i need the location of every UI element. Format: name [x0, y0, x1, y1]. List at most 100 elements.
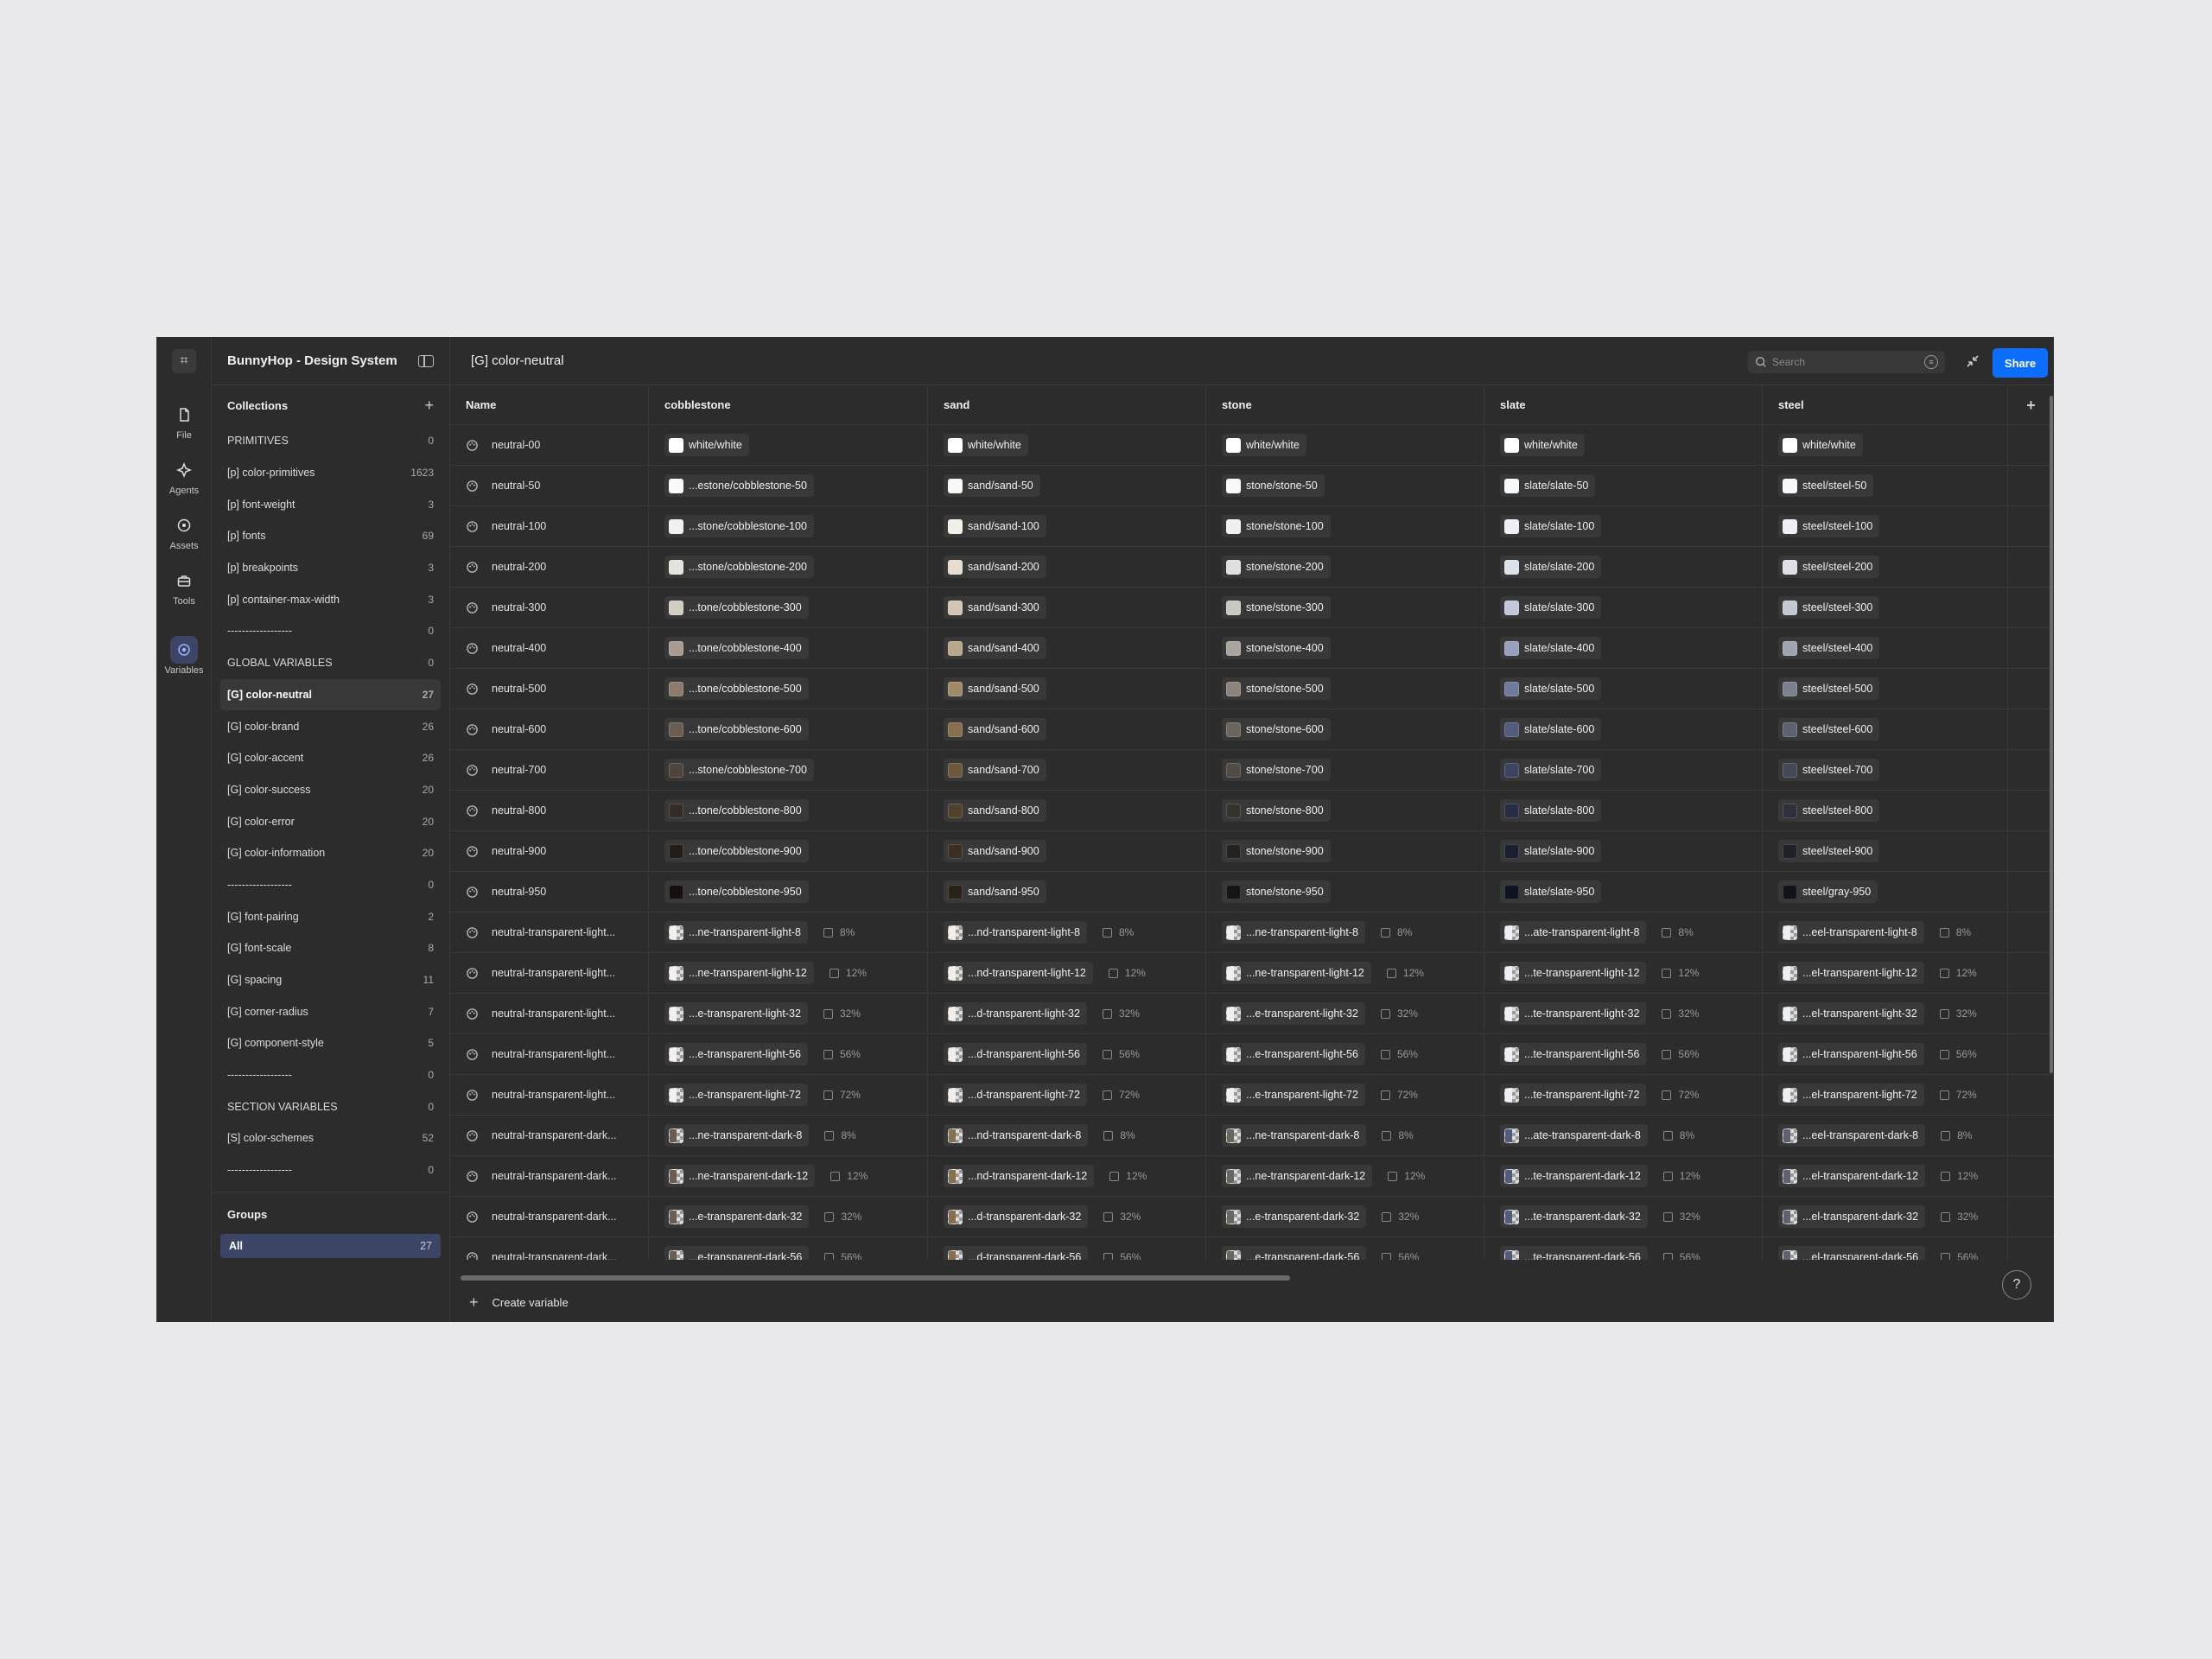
- opacity-value[interactable]: 12%: [1939, 967, 1977, 979]
- table-row[interactable]: neutral-transparent-dark... ...ne-transpa…: [450, 1156, 2054, 1197]
- variable-value-cell[interactable]: slate/slate-300: [1484, 588, 1763, 627]
- variable-value-cell[interactable]: sand/sand-950: [928, 872, 1206, 912]
- alias-pill[interactable]: ...el-transparent-light-56: [1778, 1043, 1924, 1065]
- alias-pill[interactable]: stone/stone-900: [1222, 840, 1331, 862]
- table-row[interactable]: neutral-200 ...stone/cobblestone-200 sand/…: [450, 547, 2054, 588]
- variable-name-cell[interactable]: neutral-transparent-light...: [450, 1075, 649, 1115]
- variable-value-cell[interactable]: ...te-transparent-light-12 12%: [1484, 953, 1763, 993]
- alias-pill[interactable]: ...te-transparent-light-72: [1500, 1084, 1647, 1106]
- alias-pill[interactable]: white/white: [1778, 434, 1863, 456]
- collection-item[interactable]: ------------------ 0: [220, 1154, 441, 1186]
- variable-name-cell[interactable]: neutral-transparent-dark...: [450, 1197, 649, 1236]
- alias-pill[interactable]: stone/stone-700: [1222, 759, 1331, 781]
- variable-value-cell[interactable]: slate/slate-900: [1484, 831, 1763, 871]
- opacity-value[interactable]: 32%: [1103, 1211, 1141, 1223]
- alias-pill[interactable]: ...te-transparent-light-12: [1500, 962, 1647, 984]
- variable-name-cell[interactable]: neutral-400: [450, 628, 649, 668]
- variable-value-cell[interactable]: ...tone/cobblestone-300: [649, 588, 928, 627]
- variable-value-cell[interactable]: ...eel-transparent-light-8 8%: [1763, 912, 2008, 952]
- alias-pill[interactable]: ...te-transparent-dark-12: [1500, 1165, 1648, 1187]
- alias-pill[interactable]: slate/slate-100: [1500, 515, 1602, 537]
- variable-value-cell[interactable]: ...ne-transparent-dark-8 8%: [649, 1116, 928, 1155]
- alias-pill[interactable]: ...e-transparent-light-72: [1222, 1084, 1365, 1106]
- opacity-value[interactable]: 8%: [824, 1129, 856, 1141]
- alias-pill[interactable]: ...e-transparent-dark-56: [1222, 1246, 1367, 1260]
- table-row[interactable]: neutral-600 ...tone/cobblestone-600 sand/s…: [450, 709, 2054, 750]
- table-row[interactable]: neutral-transparent-dark... ...ne-transpa…: [450, 1116, 2054, 1156]
- variable-value-cell[interactable]: ...e-transparent-dark-56 56%: [649, 1237, 928, 1260]
- variable-value-cell[interactable]: ...te-transparent-light-56 56%: [1484, 1034, 1763, 1074]
- alias-pill[interactable]: ...nd-transparent-light-8: [944, 921, 1087, 944]
- variable-value-cell[interactable]: white/white: [649, 425, 928, 465]
- search-box[interactable]: ≡: [1748, 351, 1945, 373]
- variable-value-cell[interactable]: ...nd-transparent-light-8 8%: [928, 912, 1206, 952]
- alias-pill[interactable]: ...el-transparent-dark-56: [1778, 1246, 1926, 1260]
- alias-pill[interactable]: ...tone/cobblestone-400: [664, 637, 809, 659]
- variable-value-cell[interactable]: ...e-transparent-light-56 56%: [1206, 1034, 1484, 1074]
- group-item-all[interactable]: All 27: [220, 1233, 441, 1258]
- collection-item[interactable]: [G] font-scale 8: [220, 932, 441, 964]
- alias-pill[interactable]: stone/stone-950: [1222, 880, 1331, 903]
- variable-value-cell[interactable]: ...tone/cobblestone-500: [649, 669, 928, 709]
- alias-pill[interactable]: steel/steel-300: [1778, 596, 1880, 619]
- collection-item[interactable]: [p] fonts 69: [220, 520, 441, 552]
- variable-value-cell[interactable]: ...el-transparent-light-32 32%: [1763, 994, 2008, 1033]
- variable-value-cell[interactable]: steel/steel-200: [1763, 547, 2008, 587]
- variable-value-cell[interactable]: sand/sand-700: [928, 750, 1206, 790]
- variable-value-cell[interactable]: sand/sand-500: [928, 669, 1206, 709]
- alias-pill[interactable]: ...el-transparent-dark-12: [1778, 1165, 1926, 1187]
- collection-item[interactable]: [p] font-weight 3: [220, 488, 441, 520]
- variable-value-cell[interactable]: ...nd-transparent-light-12 12%: [928, 953, 1206, 993]
- variable-name-cell[interactable]: neutral-transparent-dark...: [450, 1156, 649, 1196]
- alias-pill[interactable]: ...te-transparent-dark-56: [1500, 1246, 1648, 1260]
- variable-value-cell[interactable]: ...d-transparent-light-56 56%: [928, 1034, 1206, 1074]
- variable-value-cell[interactable]: ...stone/cobblestone-200: [649, 547, 928, 587]
- variable-value-cell[interactable]: steel/steel-50: [1763, 466, 2008, 505]
- variable-value-cell[interactable]: ...e-transparent-dark-32 32%: [649, 1197, 928, 1236]
- variable-value-cell[interactable]: white/white: [1484, 425, 1763, 465]
- alias-pill[interactable]: steel/steel-800: [1778, 799, 1880, 822]
- opacity-value[interactable]: 8%: [823, 926, 855, 938]
- create-variable-button[interactable]: Create variable: [493, 1296, 569, 1309]
- alias-pill[interactable]: sand/sand-800: [944, 799, 1046, 822]
- alias-pill[interactable]: ...e-transparent-light-72: [664, 1084, 808, 1106]
- alias-pill[interactable]: ...ne-transparent-dark-8: [1222, 1124, 1367, 1147]
- collection-item[interactable]: [G] font-pairing 2: [220, 900, 441, 932]
- table-row[interactable]: neutral-transparent-dark... ...e-transpar…: [450, 1197, 2054, 1237]
- opacity-value[interactable]: 8%: [1380, 926, 1412, 938]
- alias-pill[interactable]: ...stone/cobblestone-100: [664, 515, 814, 537]
- variable-value-cell[interactable]: ...e-transparent-light-72 72%: [649, 1075, 928, 1115]
- alias-pill[interactable]: ...e-transparent-light-56: [664, 1043, 808, 1065]
- alias-pill[interactable]: stone/stone-200: [1222, 556, 1331, 578]
- variable-value-cell[interactable]: ...stone/cobblestone-100: [649, 506, 928, 546]
- alias-pill[interactable]: stone/stone-50: [1222, 474, 1325, 497]
- variable-value-cell[interactable]: ...ne-transparent-light-8 8%: [1206, 912, 1484, 952]
- alias-pill[interactable]: sand/sand-200: [944, 556, 1046, 578]
- variable-value-cell[interactable]: ...el-transparent-dark-56 56%: [1763, 1237, 2008, 1260]
- collection-item[interactable]: [G] color-neutral 27: [220, 678, 441, 711]
- variable-name-cell[interactable]: neutral-00: [450, 425, 649, 465]
- variable-name-cell[interactable]: neutral-300: [450, 588, 649, 627]
- opacity-value[interactable]: 56%: [823, 1048, 861, 1060]
- alias-pill[interactable]: ...ne-transparent-light-8: [1222, 921, 1365, 944]
- variable-value-cell[interactable]: stone/stone-700: [1206, 750, 1484, 790]
- variable-value-cell[interactable]: ...ne-transparent-dark-12 12%: [1206, 1156, 1484, 1196]
- variable-value-cell[interactable]: ...ne-transparent-dark-12 12%: [649, 1156, 928, 1196]
- table-row[interactable]: neutral-400 ...tone/cobblestone-400 sand/s…: [450, 628, 2054, 669]
- variable-value-cell[interactable]: ...el-transparent-dark-32 32%: [1763, 1197, 2008, 1236]
- alias-pill[interactable]: steel/steel-700: [1778, 759, 1880, 781]
- variable-value-cell[interactable]: ...stone/cobblestone-700: [649, 750, 928, 790]
- variable-value-cell[interactable]: white/white: [1206, 425, 1484, 465]
- alias-pill[interactable]: sand/sand-950: [944, 880, 1046, 903]
- opacity-value[interactable]: 56%: [824, 1251, 861, 1260]
- alias-pill[interactable]: ...ne-transparent-dark-8: [664, 1124, 810, 1147]
- column-header-cobblestone[interactable]: cobblestone: [649, 385, 928, 424]
- alias-pill[interactable]: ...ne-transparent-light-12: [1222, 962, 1371, 984]
- alias-pill[interactable]: white/white: [1222, 434, 1306, 456]
- table-row[interactable]: neutral-transparent-dark... ...e-transpar…: [450, 1237, 2054, 1260]
- variable-value-cell[interactable]: ...te-transparent-dark-32 32%: [1484, 1197, 1763, 1236]
- variable-value-cell[interactable]: ...estone/cobblestone-50: [649, 466, 928, 505]
- variable-value-cell[interactable]: steel/steel-900: [1763, 831, 2008, 871]
- variable-value-cell[interactable]: ...ne-transparent-light-8 8%: [649, 912, 928, 952]
- alias-pill[interactable]: ...el-transparent-dark-32: [1778, 1205, 1926, 1228]
